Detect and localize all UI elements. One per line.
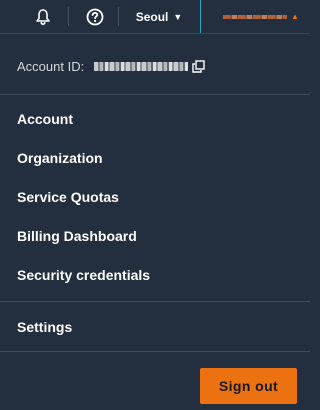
menu-item-organization[interactable]: Organization [17, 148, 103, 168]
redacted-account-name [223, 14, 287, 19]
notifications-button[interactable] [30, 0, 56, 33]
menu-item-billing-dashboard[interactable]: Billing Dashboard [17, 226, 137, 246]
bell-icon [36, 8, 50, 25]
topbar-divider [68, 7, 69, 26]
topbar-divider [118, 7, 119, 26]
menu-divider [0, 94, 310, 95]
region-label: Seoul [135, 9, 169, 24]
menu-divider [0, 351, 310, 352]
help-circle-icon [86, 8, 104, 25]
account-id-label: Account ID: [17, 58, 85, 74]
menu-item-security-credentials[interactable]: Security credentials [17, 265, 150, 285]
caret-down-icon: ▼ [173, 11, 183, 22]
menu-item-service-quotas[interactable]: Service Quotas [17, 187, 119, 207]
redacted-account-id [94, 61, 189, 71]
copy-icon[interactable] [191, 59, 205, 73]
menu-item-account[interactable]: Account [17, 109, 73, 129]
caret-up-icon: ▲ [291, 12, 299, 21]
sign-out-button[interactable]: Sign out [200, 368, 297, 404]
region-selector[interactable]: Seoul ▼ [133, 0, 185, 33]
help-button[interactable] [82, 0, 108, 33]
menu-divider [0, 301, 310, 302]
account-id-row: Account ID: [17, 57, 297, 75]
top-navigation-bar: Seoul ▼ ▲ [0, 0, 310, 34]
account-menu-button[interactable]: ▲ [200, 0, 311, 33]
menu-item-settings[interactable]: Settings [17, 317, 72, 337]
